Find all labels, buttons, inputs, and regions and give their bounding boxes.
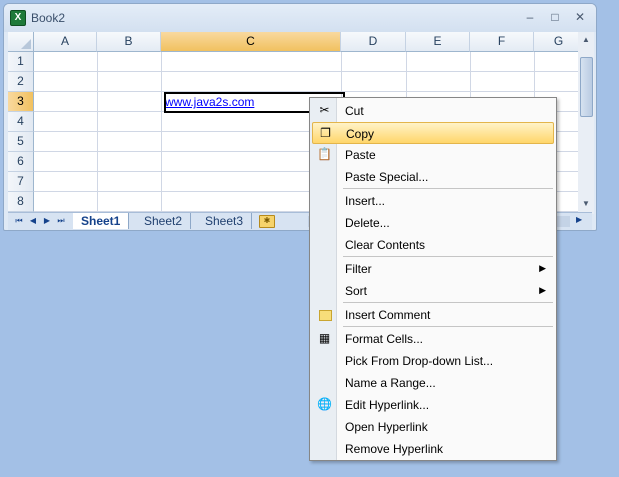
menu-separator: [343, 326, 553, 327]
submenu-arrow-icon: ▶: [539, 285, 546, 295]
row-header-6[interactable]: 6: [8, 152, 34, 172]
menu-item-filter[interactable]: Filter ▶: [312, 258, 554, 280]
prev-sheet-icon[interactable]: ◀: [28, 215, 38, 227]
column-header-e[interactable]: E: [406, 32, 470, 52]
menu-item-label: Insert Comment: [345, 308, 431, 322]
first-sheet-icon[interactable]: ⏮: [14, 215, 24, 227]
copy-icon: ❐: [320, 126, 331, 140]
tab-sheet1[interactable]: Sheet1: [73, 213, 130, 229]
menu-separator: [343, 188, 553, 189]
menu-item-label: Pick From Drop-down List...: [345, 354, 494, 368]
maximize-button[interactable]: □: [545, 9, 565, 25]
gridline: [97, 52, 98, 214]
menu-item-label: Remove Hyperlink: [345, 442, 444, 456]
menu-item-paste-special[interactable]: Paste Special...: [312, 166, 554, 188]
scroll-up-icon[interactable]: ▲: [578, 32, 594, 48]
scroll-down-icon[interactable]: ▼: [578, 196, 594, 212]
column-header-b[interactable]: B: [97, 32, 161, 52]
format-cells-icon: ▦: [318, 331, 331, 345]
menu-item-label: Paste Special...: [345, 170, 429, 184]
row-header-7[interactable]: 7: [8, 172, 34, 192]
scissors-icon: ✂: [319, 103, 330, 117]
menu-item-label: Edit Hyperlink...: [345, 398, 430, 412]
tab-sheet2[interactable]: Sheet2: [136, 213, 192, 229]
menu-item-sort[interactable]: Sort ▶: [312, 280, 554, 302]
comment-icon: [319, 310, 332, 321]
menu-item-label: Copy: [346, 127, 375, 141]
paste-icon: 📋: [317, 147, 332, 161]
menu-item-cut[interactable]: ✂ Cut: [312, 100, 554, 122]
menu-item-format-cells[interactable]: ▦ Format Cells...: [312, 328, 554, 350]
column-header-g[interactable]: G: [534, 32, 578, 52]
menu-item-label: Insert...: [345, 194, 386, 208]
title-bar: X Book2 – □ ✕: [4, 4, 596, 32]
menu-item-pick-from-list[interactable]: Pick From Drop-down List...: [312, 350, 554, 372]
menu-item-copy[interactable]: ❐ Copy: [312, 122, 554, 144]
context-menu: ✂ Cut ❐ Copy 📋 Paste Paste Special... In…: [309, 97, 557, 461]
menu-item-label: Paste: [345, 148, 376, 162]
menu-item-paste[interactable]: 📋 Paste: [312, 144, 554, 166]
menu-item-name-range[interactable]: Name a Range...: [312, 372, 554, 394]
menu-item-label: Clear Contents: [345, 238, 426, 252]
row-header-2[interactable]: 2: [8, 72, 34, 92]
column-header-d[interactable]: D: [341, 32, 406, 52]
submenu-arrow-icon: ▶: [539, 263, 546, 273]
menu-item-label: Cut: [345, 104, 364, 118]
tab-sheet3[interactable]: Sheet3: [197, 213, 253, 229]
hyperlink-icon: 🌐: [317, 397, 332, 411]
menu-item-insert-comment[interactable]: Insert Comment: [312, 304, 554, 326]
row-header-1[interactable]: 1: [8, 52, 34, 72]
last-sheet-icon[interactable]: ⏭: [56, 215, 66, 227]
gridline: [34, 71, 578, 72]
menu-item-clear-contents[interactable]: Clear Contents: [312, 234, 554, 256]
menu-item-label: Name a Range...: [345, 376, 436, 390]
select-all-corner[interactable]: [8, 32, 34, 52]
menu-item-label: Delete...: [345, 216, 390, 230]
menu-item-delete[interactable]: Delete...: [312, 212, 554, 234]
menu-item-remove-hyperlink[interactable]: Remove Hyperlink: [312, 438, 554, 460]
menu-separator: [343, 256, 553, 257]
next-sheet-icon[interactable]: ▶: [42, 215, 52, 227]
window-title: Book2: [31, 11, 66, 25]
scroll-right-icon[interactable]: ▶: [576, 215, 582, 224]
insert-sheet-icon[interactable]: ✱: [259, 215, 275, 228]
row-header-5[interactable]: 5: [8, 132, 34, 152]
menu-item-label: Sort: [345, 284, 368, 298]
menu-item-label: Open Hyperlink: [345, 420, 428, 434]
menu-separator: [343, 302, 553, 303]
vertical-scrollbar[interactable]: ▲ ▼: [578, 32, 594, 214]
row-header-4[interactable]: 4: [8, 112, 34, 132]
menu-item-edit-hyperlink[interactable]: 🌐 Edit Hyperlink...: [312, 394, 554, 416]
menu-item-insert[interactable]: Insert...: [312, 190, 554, 212]
minimize-button[interactable]: –: [520, 9, 540, 25]
excel-icon[interactable]: X: [10, 10, 26, 26]
menu-item-label: Filter: [345, 262, 372, 276]
close-button[interactable]: ✕: [570, 9, 590, 25]
scroll-thumb[interactable]: [580, 57, 593, 117]
row-header-8[interactable]: 8: [8, 192, 34, 212]
menu-item-label: Format Cells...: [345, 332, 424, 346]
gridline: [161, 52, 162, 214]
column-header-c[interactable]: C: [161, 32, 341, 52]
column-header-f[interactable]: F: [470, 32, 534, 52]
menu-item-open-hyperlink[interactable]: Open Hyperlink: [312, 416, 554, 438]
row-header-3[interactable]: 3: [8, 92, 34, 112]
column-header-a[interactable]: A: [34, 32, 97, 52]
